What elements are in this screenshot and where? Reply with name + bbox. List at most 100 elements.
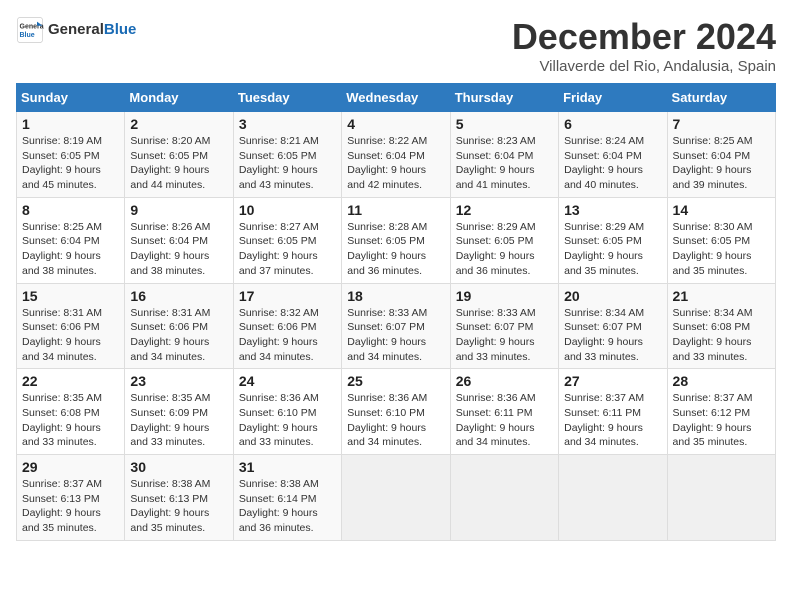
day-info: Sunrise: 8:38 AM Sunset: 6:14 PM Dayligh… [239, 477, 336, 536]
day-info: Sunrise: 8:20 AM Sunset: 6:05 PM Dayligh… [130, 134, 227, 193]
calendar-week-row: 15 Sunrise: 8:31 AM Sunset: 6:06 PM Dayl… [17, 283, 776, 369]
calendar-cell: 22 Sunrise: 8:35 AM Sunset: 6:08 PM Dayl… [17, 369, 125, 455]
calendar-cell: 16 Sunrise: 8:31 AM Sunset: 6:06 PM Dayl… [125, 283, 233, 369]
weekday-header: Monday [125, 84, 233, 112]
day-info: Sunrise: 8:36 AM Sunset: 6:10 PM Dayligh… [347, 391, 444, 450]
calendar-cell: 25 Sunrise: 8:36 AM Sunset: 6:10 PM Dayl… [342, 369, 450, 455]
location-subtitle: Villaverde del Rio, Andalusia, Spain [512, 58, 776, 75]
day-number: 5 [456, 116, 553, 132]
day-number: 12 [456, 202, 553, 218]
day-number: 28 [673, 373, 770, 389]
day-number: 16 [130, 288, 227, 304]
logo-icon: General Blue [16, 16, 44, 44]
day-number: 18 [347, 288, 444, 304]
calendar-cell: 3 Sunrise: 8:21 AM Sunset: 6:05 PM Dayli… [233, 112, 341, 198]
day-info: Sunrise: 8:34 AM Sunset: 6:07 PM Dayligh… [564, 306, 661, 365]
calendar-cell: 8 Sunrise: 8:25 AM Sunset: 6:04 PM Dayli… [17, 197, 125, 283]
calendar-cell: 27 Sunrise: 8:37 AM Sunset: 6:11 PM Dayl… [559, 369, 667, 455]
day-number: 15 [22, 288, 119, 304]
day-number: 20 [564, 288, 661, 304]
weekday-header: Friday [559, 84, 667, 112]
day-number: 11 [347, 202, 444, 218]
day-number: 4 [347, 116, 444, 132]
weekday-header-row: SundayMondayTuesdayWednesdayThursdayFrid… [17, 84, 776, 112]
calendar-cell: 11 Sunrise: 8:28 AM Sunset: 6:05 PM Dayl… [342, 197, 450, 283]
day-number: 17 [239, 288, 336, 304]
day-info: Sunrise: 8:25 AM Sunset: 6:04 PM Dayligh… [673, 134, 770, 193]
day-number: 30 [130, 459, 227, 475]
day-info: Sunrise: 8:35 AM Sunset: 6:08 PM Dayligh… [22, 391, 119, 450]
weekday-header: Tuesday [233, 84, 341, 112]
calendar-cell: 7 Sunrise: 8:25 AM Sunset: 6:04 PM Dayli… [667, 112, 775, 198]
day-info: Sunrise: 8:35 AM Sunset: 6:09 PM Dayligh… [130, 391, 227, 450]
day-info: Sunrise: 8:34 AM Sunset: 6:08 PM Dayligh… [673, 306, 770, 365]
calendar-cell: 5 Sunrise: 8:23 AM Sunset: 6:04 PM Dayli… [450, 112, 558, 198]
calendar-cell: 17 Sunrise: 8:32 AM Sunset: 6:06 PM Dayl… [233, 283, 341, 369]
day-info: Sunrise: 8:19 AM Sunset: 6:05 PM Dayligh… [22, 134, 119, 193]
svg-text:Blue: Blue [20, 32, 35, 39]
day-number: 7 [673, 116, 770, 132]
calendar-week-row: 22 Sunrise: 8:35 AM Sunset: 6:08 PM Dayl… [17, 369, 776, 455]
day-info: Sunrise: 8:31 AM Sunset: 6:06 PM Dayligh… [130, 306, 227, 365]
logo-text: GeneralBlue [48, 21, 136, 39]
day-info: Sunrise: 8:29 AM Sunset: 6:05 PM Dayligh… [564, 220, 661, 279]
calendar-cell: 6 Sunrise: 8:24 AM Sunset: 6:04 PM Dayli… [559, 112, 667, 198]
day-info: Sunrise: 8:23 AM Sunset: 6:04 PM Dayligh… [456, 134, 553, 193]
calendar-cell: 28 Sunrise: 8:37 AM Sunset: 6:12 PM Dayl… [667, 369, 775, 455]
weekday-header: Thursday [450, 84, 558, 112]
calendar-cell: 29 Sunrise: 8:37 AM Sunset: 6:13 PM Dayl… [17, 455, 125, 541]
calendar-cell [667, 455, 775, 541]
day-info: Sunrise: 8:38 AM Sunset: 6:13 PM Dayligh… [130, 477, 227, 536]
calendar-cell: 30 Sunrise: 8:38 AM Sunset: 6:13 PM Dayl… [125, 455, 233, 541]
calendar-cell [342, 455, 450, 541]
day-info: Sunrise: 8:32 AM Sunset: 6:06 PM Dayligh… [239, 306, 336, 365]
day-number: 22 [22, 373, 119, 389]
header: General Blue GeneralBlue December 2024 V… [16, 16, 776, 75]
day-number: 27 [564, 373, 661, 389]
calendar-cell: 9 Sunrise: 8:26 AM Sunset: 6:04 PM Dayli… [125, 197, 233, 283]
calendar-week-row: 8 Sunrise: 8:25 AM Sunset: 6:04 PM Dayli… [17, 197, 776, 283]
weekday-header: Saturday [667, 84, 775, 112]
day-info: Sunrise: 8:36 AM Sunset: 6:11 PM Dayligh… [456, 391, 553, 450]
calendar-cell: 15 Sunrise: 8:31 AM Sunset: 6:06 PM Dayl… [17, 283, 125, 369]
day-number: 13 [564, 202, 661, 218]
day-number: 21 [673, 288, 770, 304]
day-info: Sunrise: 8:22 AM Sunset: 6:04 PM Dayligh… [347, 134, 444, 193]
calendar-cell: 2 Sunrise: 8:20 AM Sunset: 6:05 PM Dayli… [125, 112, 233, 198]
logo: General Blue GeneralBlue [16, 16, 136, 44]
day-info: Sunrise: 8:33 AM Sunset: 6:07 PM Dayligh… [456, 306, 553, 365]
day-info: Sunrise: 8:28 AM Sunset: 6:05 PM Dayligh… [347, 220, 444, 279]
day-info: Sunrise: 8:25 AM Sunset: 6:04 PM Dayligh… [22, 220, 119, 279]
calendar-week-row: 1 Sunrise: 8:19 AM Sunset: 6:05 PM Dayli… [17, 112, 776, 198]
weekday-header: Wednesday [342, 84, 450, 112]
day-info: Sunrise: 8:33 AM Sunset: 6:07 PM Dayligh… [347, 306, 444, 365]
day-info: Sunrise: 8:37 AM Sunset: 6:11 PM Dayligh… [564, 391, 661, 450]
day-info: Sunrise: 8:29 AM Sunset: 6:05 PM Dayligh… [456, 220, 553, 279]
title-area: December 2024 Villaverde del Rio, Andalu… [512, 16, 776, 75]
calendar-cell [450, 455, 558, 541]
calendar-cell: 20 Sunrise: 8:34 AM Sunset: 6:07 PM Dayl… [559, 283, 667, 369]
day-info: Sunrise: 8:24 AM Sunset: 6:04 PM Dayligh… [564, 134, 661, 193]
calendar-cell: 12 Sunrise: 8:29 AM Sunset: 6:05 PM Dayl… [450, 197, 558, 283]
day-number: 29 [22, 459, 119, 475]
day-number: 9 [130, 202, 227, 218]
calendar-cell: 31 Sunrise: 8:38 AM Sunset: 6:14 PM Dayl… [233, 455, 341, 541]
calendar-cell: 24 Sunrise: 8:36 AM Sunset: 6:10 PM Dayl… [233, 369, 341, 455]
day-info: Sunrise: 8:36 AM Sunset: 6:10 PM Dayligh… [239, 391, 336, 450]
day-info: Sunrise: 8:31 AM Sunset: 6:06 PM Dayligh… [22, 306, 119, 365]
calendar-cell: 4 Sunrise: 8:22 AM Sunset: 6:04 PM Dayli… [342, 112, 450, 198]
calendar-cell: 23 Sunrise: 8:35 AM Sunset: 6:09 PM Dayl… [125, 369, 233, 455]
day-info: Sunrise: 8:27 AM Sunset: 6:05 PM Dayligh… [239, 220, 336, 279]
calendar-cell: 19 Sunrise: 8:33 AM Sunset: 6:07 PM Dayl… [450, 283, 558, 369]
day-info: Sunrise: 8:21 AM Sunset: 6:05 PM Dayligh… [239, 134, 336, 193]
calendar-cell: 1 Sunrise: 8:19 AM Sunset: 6:05 PM Dayli… [17, 112, 125, 198]
calendar-cell: 10 Sunrise: 8:27 AM Sunset: 6:05 PM Dayl… [233, 197, 341, 283]
calendar-table: SundayMondayTuesdayWednesdayThursdayFrid… [16, 83, 776, 541]
calendar-cell: 18 Sunrise: 8:33 AM Sunset: 6:07 PM Dayl… [342, 283, 450, 369]
calendar-cell: 13 Sunrise: 8:29 AM Sunset: 6:05 PM Dayl… [559, 197, 667, 283]
calendar-cell: 26 Sunrise: 8:36 AM Sunset: 6:11 PM Dayl… [450, 369, 558, 455]
day-number: 26 [456, 373, 553, 389]
calendar-cell: 14 Sunrise: 8:30 AM Sunset: 6:05 PM Dayl… [667, 197, 775, 283]
day-info: Sunrise: 8:37 AM Sunset: 6:12 PM Dayligh… [673, 391, 770, 450]
day-number: 2 [130, 116, 227, 132]
